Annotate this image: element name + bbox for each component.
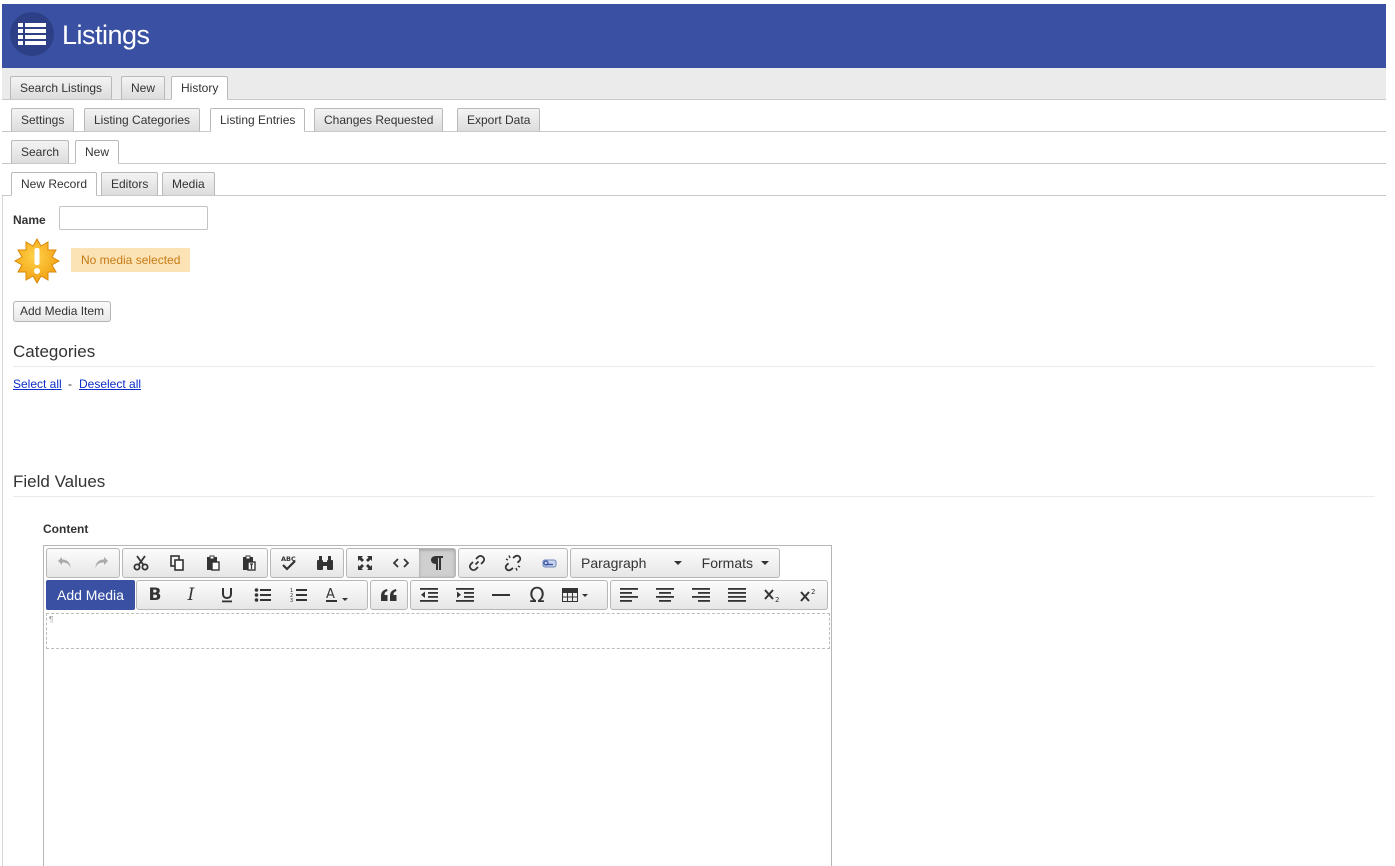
undo-icon[interactable] [47,549,83,577]
editor-content-area[interactable]: ¶ [46,613,830,649]
tabs-level-4: New Record Editors Media [2,164,1386,196]
text-color-icon[interactable]: A [317,581,357,609]
svg-text:3: 3 [290,598,293,603]
tab-editors[interactable]: Editors [101,172,159,196]
text-style-group: B I 123 A [136,580,368,610]
add-media-item-button[interactable]: Add Media Item [13,301,112,322]
paragraph-dropdown-label: Paragraph [581,555,647,571]
unlink-icon[interactable] [495,549,531,577]
content-label: Content [43,522,89,536]
tab-new[interactable]: New [121,76,166,100]
name-label: Name [13,213,46,227]
source-code-icon[interactable] [383,549,419,577]
anchor-icon[interactable] [531,549,567,577]
subscript-icon[interactable]: 2 [755,581,791,609]
align-center-icon[interactable] [647,581,683,609]
blockquote-icon[interactable] [371,581,407,609]
deselect-all-link[interactable]: Deselect all [79,377,141,391]
media-notice: No media selected [71,248,191,272]
special-char-icon[interactable]: Ω [519,581,555,609]
align-justify-icon[interactable] [719,581,755,609]
alignment-group: 2 2 [610,580,828,610]
tabs-level-1: Search Listings New History [2,68,1386,100]
paragraph-dropdown[interactable]: Paragraph [571,549,692,577]
page-title: Listings [62,20,150,50]
list-icon [10,12,54,56]
tab-media[interactable]: Media [162,172,215,196]
tab-export-data[interactable]: Export Data [457,108,541,132]
indent-icon[interactable] [447,581,483,609]
content-editor: ABC Paragraph Formats Add Media B I 1 2 … [43,545,832,866]
underline-icon[interactable] [209,581,245,609]
chevron-down-icon [673,561,682,565]
redo-icon[interactable] [83,549,119,577]
link-icon[interactable] [459,549,495,577]
field-values-heading: Field Values [13,472,106,491]
tab-listing-categories[interactable]: Listing Categories [84,108,201,132]
tab-new-record[interactable]: New Record [11,172,98,196]
formats-dropdown[interactable]: Formats [692,549,779,577]
tab-listing-entries[interactable]: Listing Entries [210,108,306,132]
fullscreen-icon[interactable] [347,549,383,577]
categories-divider [13,366,1375,367]
spellcheck-icon[interactable]: ABC [271,549,307,577]
paste-icon[interactable] [195,549,231,577]
svg-text:2: 2 [775,596,779,603]
svg-text:2: 2 [811,588,815,596]
paste-text-icon[interactable] [231,549,267,577]
tabs-level-2: Settings Listing Categories Listing Entr… [2,100,1386,132]
bullet-list-icon[interactable] [245,581,281,609]
tab-changes-requested[interactable]: Changes Requested [314,108,444,132]
bold-icon[interactable]: B [137,581,173,609]
app-header: Listings [2,4,1386,68]
view-group [346,548,456,578]
numbered-list-icon[interactable]: 123 [281,581,317,609]
insert-group: Ω [410,580,608,610]
select-all-link[interactable]: Select all [13,377,62,391]
tab-search-listings[interactable]: Search Listings [10,76,113,100]
formats-dropdown-label: Formats [701,555,753,571]
outdent-icon[interactable] [411,581,447,609]
copy-icon[interactable] [159,549,195,577]
cut-icon[interactable] [123,549,159,577]
editor-toolbar-row-1: ABC Paragraph Formats [46,548,831,578]
svg-text:A: A [326,587,335,602]
editor-toolbar-row-2: Add Media B I 123 A Ω 2 2 [46,580,831,610]
align-left-icon[interactable] [611,581,647,609]
horizontal-rule-icon[interactable] [483,581,519,609]
warning-icon [13,237,61,285]
field-values-divider [13,496,1375,497]
spelling-group: ABC [270,548,344,578]
tab-new-entry[interactable]: New [75,140,120,164]
superscript-icon[interactable]: 2 [791,581,827,609]
format-group: Paragraph Formats [570,548,780,578]
tab-history[interactable]: History [171,76,229,100]
clipboard-group [122,548,268,578]
name-field[interactable] [59,206,208,230]
tab-search[interactable]: Search [11,140,70,164]
paragraph-marker-icon: ¶ [49,615,54,624]
show-blocks-icon[interactable] [419,549,455,577]
align-right-icon[interactable] [683,581,719,609]
history-group [46,548,120,578]
add-media-button[interactable]: Add Media [46,580,135,610]
tabs-level-3: Search New [2,132,1386,164]
categories-heading: Categories [13,342,96,361]
tab-settings[interactable]: Settings [11,108,75,132]
link-group [458,548,568,578]
find-replace-icon[interactable] [307,549,343,577]
quote-group [370,580,408,610]
chevron-down-icon [761,561,769,565]
italic-icon[interactable]: I [173,581,209,609]
table-icon[interactable] [555,581,597,609]
link-separator: - [68,377,72,391]
